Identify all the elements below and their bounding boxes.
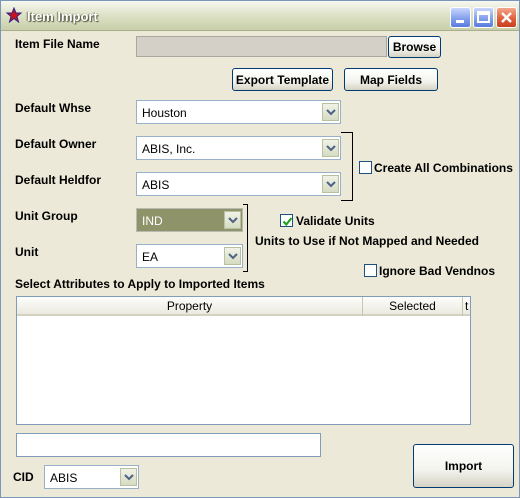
default-owner-value: ABIS, Inc. <box>142 142 196 156</box>
item-import-window: Item Import Item File Name Browse Export… <box>0 0 520 498</box>
close-icon <box>501 12 512 23</box>
chevron-down-icon[interactable] <box>322 175 339 193</box>
close-button[interactable] <box>496 7 517 28</box>
cid-value: ABIS <box>50 471 78 485</box>
unit-group-select[interactable]: IND <box>136 208 243 232</box>
default-heldfor-value: ABIS <box>142 178 170 192</box>
unit-group-label: Unit Group <box>15 209 78 223</box>
create-all-combinations-label: Create All Combinations <box>374 161 513 175</box>
browse-button[interactable]: Browse <box>388 36 441 58</box>
column-header-selected[interactable]: Selected <box>363 297 463 316</box>
validate-units-label: Validate Units <box>296 214 375 228</box>
attributes-label: Select Attributes to Apply to Imported I… <box>15 277 265 291</box>
maximize-icon <box>477 11 490 23</box>
cid-label: CID <box>13 470 34 484</box>
chevron-down-icon[interactable] <box>224 211 241 229</box>
ignore-bad-vendnos-checkbox[interactable] <box>364 264 377 277</box>
import-button[interactable]: Import <box>413 444 514 488</box>
map-fields-button[interactable]: Map Fields <box>344 68 438 91</box>
default-whse-value: Houston <box>142 106 187 120</box>
attributes-grid[interactable]: Property Selected t <box>16 296 471 425</box>
export-template-button[interactable]: Export Template <box>232 68 333 91</box>
unit-group-value: IND <box>142 214 163 228</box>
window-title: Item Import <box>27 9 98 24</box>
item-file-label: Item File Name <box>15 37 100 51</box>
units-note-text: Units to Use if Not Mapped and Needed <box>255 234 480 248</box>
minimize-icon <box>456 20 464 23</box>
grid-header: Property Selected t <box>17 297 470 316</box>
unit-label: Unit <box>15 245 39 259</box>
maximize-button[interactable] <box>473 7 494 28</box>
default-heldfor-select[interactable]: ABIS <box>136 172 341 196</box>
chevron-down-icon[interactable] <box>224 247 241 265</box>
star-app-icon[interactable] <box>5 6 23 24</box>
chevron-down-icon[interactable] <box>322 139 339 157</box>
unit-select[interactable]: EA <box>136 244 243 268</box>
ignore-bad-vendnos-label: Ignore Bad Vendnos <box>379 264 496 278</box>
default-owner-select[interactable]: ABIS, Inc. <box>136 136 341 160</box>
default-whse-label: Default Whse <box>15 101 92 115</box>
title-bar[interactable]: Item Import <box>1 1 519 31</box>
column-header-extra[interactable]: t <box>463 297 470 316</box>
item-file-field[interactable] <box>136 36 387 57</box>
default-whse-select[interactable]: Houston <box>136 100 341 124</box>
owner-heldfor-bracket <box>341 132 353 201</box>
default-heldfor-label: Default Heldfor <box>15 173 102 187</box>
unit-bracket <box>243 204 248 272</box>
cid-select[interactable]: ABIS <box>44 465 139 489</box>
checkmark-icon <box>282 217 293 227</box>
default-owner-label: Default Owner <box>15 137 97 151</box>
minimize-button[interactable] <box>450 7 471 28</box>
column-header-property[interactable]: Property <box>17 297 363 316</box>
create-all-combinations-checkbox[interactable] <box>359 161 372 174</box>
validate-units-checkbox[interactable] <box>280 214 293 227</box>
chevron-down-icon[interactable] <box>322 103 339 121</box>
chevron-down-icon[interactable] <box>120 468 137 486</box>
unit-value: EA <box>142 250 159 264</box>
status-field[interactable] <box>16 433 321 457</box>
